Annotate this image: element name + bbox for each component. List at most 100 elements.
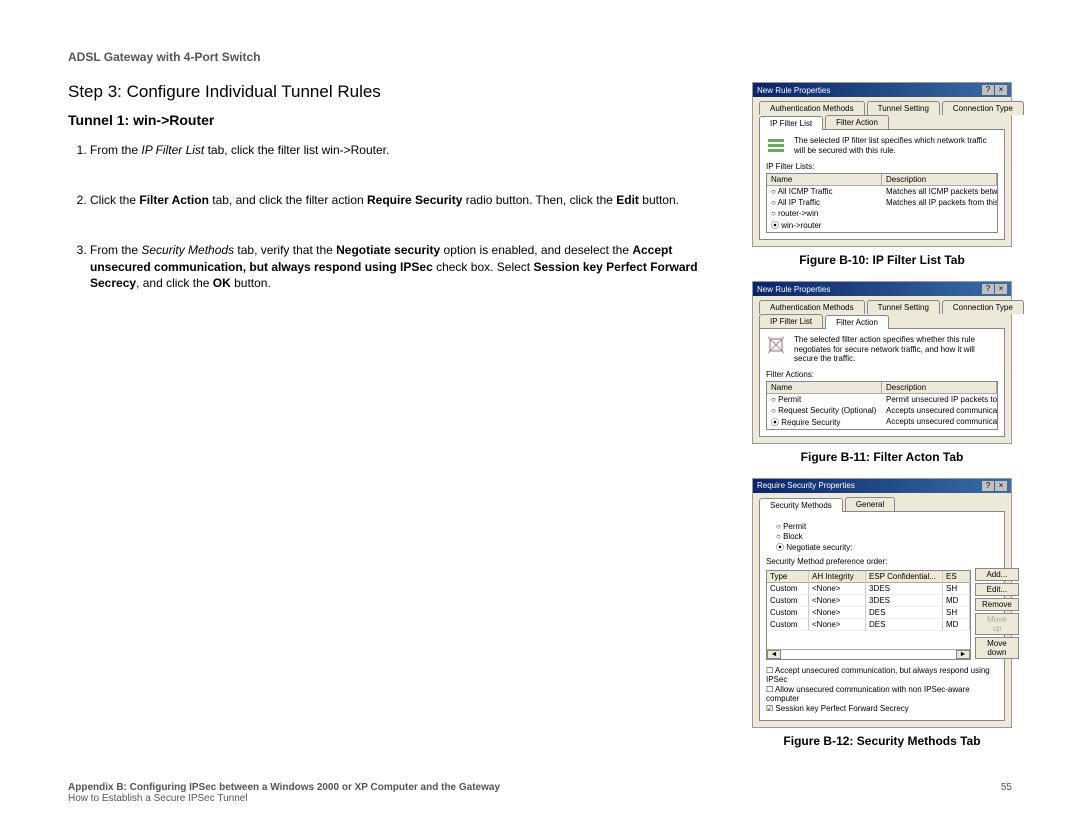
ip-filter-listbox[interactable]: Name Description All ICMP TrafficMatches… xyxy=(766,173,998,233)
col[interactable]: ES xyxy=(943,571,970,583)
check-session-key-pfs[interactable]: ☑ Session key Perfect Forward Secrecy xyxy=(766,704,998,713)
cell: Request Security (Optional) xyxy=(767,405,882,416)
text-bold: OK xyxy=(213,276,231,290)
cell: DES xyxy=(866,619,943,631)
move-up-button[interactable]: Move up xyxy=(975,613,1019,635)
tab-tunnel-setting[interactable]: Tunnel Setting xyxy=(867,101,940,115)
cell: Accepts unsecured communicat... xyxy=(882,416,997,429)
check-accept-unsecured[interactable]: ☐ Accept unsecured communication, but al… xyxy=(766,666,998,684)
cell: Accepts unsecured communicat... xyxy=(882,405,997,416)
close-icon[interactable]: × xyxy=(995,284,1007,294)
text: From the xyxy=(90,243,141,257)
tab-general[interactable]: General xyxy=(845,497,895,511)
tab-connection-type[interactable]: Connection Type xyxy=(942,101,1024,115)
text: From the xyxy=(90,143,141,157)
move-down-button[interactable]: Move down xyxy=(975,637,1019,659)
list-item[interactable]: PermitPermit unsecured IP packets to ... xyxy=(767,394,997,405)
col-name[interactable]: Name xyxy=(767,382,882,393)
cell: Require Security xyxy=(767,416,882,429)
scroll-left-icon[interactable]: ◄ xyxy=(767,650,781,659)
help-icon[interactable]: ? xyxy=(982,284,994,294)
figure-b11-caption: Figure B-11: Filter Acton Tab xyxy=(752,450,1012,464)
tab-body: The selected IP filter list specifies wh… xyxy=(759,129,1005,240)
list-item[interactable]: Request Security (Optional)Accepts unsec… xyxy=(767,405,997,416)
close-icon[interactable]: × xyxy=(995,85,1007,95)
text: , and click the xyxy=(136,276,213,290)
tab-connection-type[interactable]: Connection Type xyxy=(942,300,1024,314)
figure-b10-dialog: New Rule Properties ?× Authentication Me… xyxy=(752,82,1012,247)
cell: MD xyxy=(943,595,970,607)
cell: router->win xyxy=(767,208,882,219)
instruction-1: From the IP Filter List tab, click the f… xyxy=(90,142,712,158)
window-controls[interactable]: ?× xyxy=(981,85,1007,95)
dialog-titlebar[interactable]: New Rule Properties ?× xyxy=(753,282,1011,296)
list-item[interactable]: Require SecurityAccepts unsecured commun… xyxy=(767,416,997,429)
tab-ip-filter-list[interactable]: IP Filter List xyxy=(759,314,823,328)
dialog-titlebar[interactable]: New Rule Properties ?× xyxy=(753,83,1011,97)
col[interactable]: ESP Confidential... xyxy=(866,571,943,583)
radio-negotiate[interactable]: Negotiate security: xyxy=(776,542,998,553)
help-icon[interactable]: ? xyxy=(982,85,994,95)
tab-filter-action[interactable]: Filter Action xyxy=(825,115,889,129)
text-bold: Edit xyxy=(616,193,639,207)
dialog-title: New Rule Properties xyxy=(757,285,830,294)
close-icon[interactable]: × xyxy=(995,481,1007,491)
scroll-right-icon[interactable]: ► xyxy=(956,650,970,659)
list-item[interactable]: win->router xyxy=(767,219,997,232)
tab-auth-methods[interactable]: Authentication Methods xyxy=(759,101,865,115)
cell: Matches all IP packets from this ... xyxy=(882,197,997,208)
tab-ip-filter-list[interactable]: IP Filter List xyxy=(759,116,823,130)
filter-list-icon xyxy=(766,136,786,156)
edit-button[interactable]: Edit... xyxy=(975,583,1019,596)
table-row[interactable]: Custom<None>DESSH xyxy=(767,607,970,619)
tab-row-top: Authentication Methods Tunnel Setting Co… xyxy=(753,296,1011,314)
col[interactable]: AH Integrity xyxy=(809,571,866,583)
col-description[interactable]: Description xyxy=(882,382,997,393)
cell: All ICMP Traffic xyxy=(767,186,882,197)
horizontal-scrollbar[interactable]: ◄► xyxy=(767,649,970,659)
radio-block[interactable]: Block xyxy=(776,532,998,541)
table-row[interactable]: Custom<None>3DESSH xyxy=(767,583,970,595)
cell: Permit xyxy=(767,394,882,405)
figure-b12-caption: Figure B-12: Security Methods Tab xyxy=(752,734,1012,748)
text: radio button. Then, click the xyxy=(462,193,616,207)
cell: DES xyxy=(866,607,943,619)
add-button[interactable]: Add... xyxy=(975,568,1019,581)
section-label: Filter Actions: xyxy=(766,370,998,379)
tab-auth-methods[interactable]: Authentication Methods xyxy=(759,300,865,314)
window-controls[interactable]: ?× xyxy=(981,481,1007,491)
check-allow-non-ipsec[interactable]: ☐ Allow unsecured communication with non… xyxy=(766,685,998,703)
text: Click the xyxy=(90,193,139,207)
radio-permit[interactable]: Permit xyxy=(776,522,998,531)
cell: 3DES xyxy=(866,595,943,607)
filter-actions-listbox[interactable]: Name Description PermitPermit unsecured … xyxy=(766,381,998,430)
page-number: 55 xyxy=(1001,782,1012,804)
list-item[interactable]: All IP TrafficMatches all IP packets fro… xyxy=(767,197,997,208)
list-item[interactable]: All ICMP TrafficMatches all ICMP packets… xyxy=(767,186,997,197)
cell xyxy=(882,219,997,232)
text: button. xyxy=(231,276,271,290)
col[interactable]: Type xyxy=(767,571,809,583)
text: check box. Select xyxy=(433,260,534,274)
cell: Custom xyxy=(767,583,809,595)
instruction-list: From the IP Filter List tab, click the f… xyxy=(68,142,712,291)
tab-filter-action[interactable]: Filter Action xyxy=(825,315,889,329)
tab-tunnel-setting[interactable]: Tunnel Setting xyxy=(867,300,940,314)
help-icon[interactable]: ? xyxy=(982,481,994,491)
col-name[interactable]: Name xyxy=(767,174,882,185)
cell: <None> xyxy=(809,607,866,619)
window-controls[interactable]: ?× xyxy=(981,284,1007,294)
dialog-titlebar[interactable]: Require Security Properties ?× xyxy=(753,479,1011,493)
remove-button[interactable]: Remove xyxy=(975,598,1019,611)
cell: <None> xyxy=(809,619,866,631)
text-italic: IP Filter List xyxy=(141,143,204,157)
dialog-title: Require Security Properties xyxy=(757,481,855,490)
list-item[interactable]: router->win xyxy=(767,208,997,219)
col-description[interactable]: Description xyxy=(882,174,997,185)
table-row[interactable]: Custom<None>3DESMD xyxy=(767,595,970,607)
table-row[interactable]: Custom<None>DESMD xyxy=(767,619,970,631)
cell: SH xyxy=(943,607,970,619)
security-methods-table[interactable]: Type AH Integrity ESP Confidential... ES… xyxy=(766,570,971,660)
check-label: Allow unsecured communication with non I… xyxy=(766,685,970,703)
tab-security-methods[interactable]: Security Methods xyxy=(759,498,843,512)
